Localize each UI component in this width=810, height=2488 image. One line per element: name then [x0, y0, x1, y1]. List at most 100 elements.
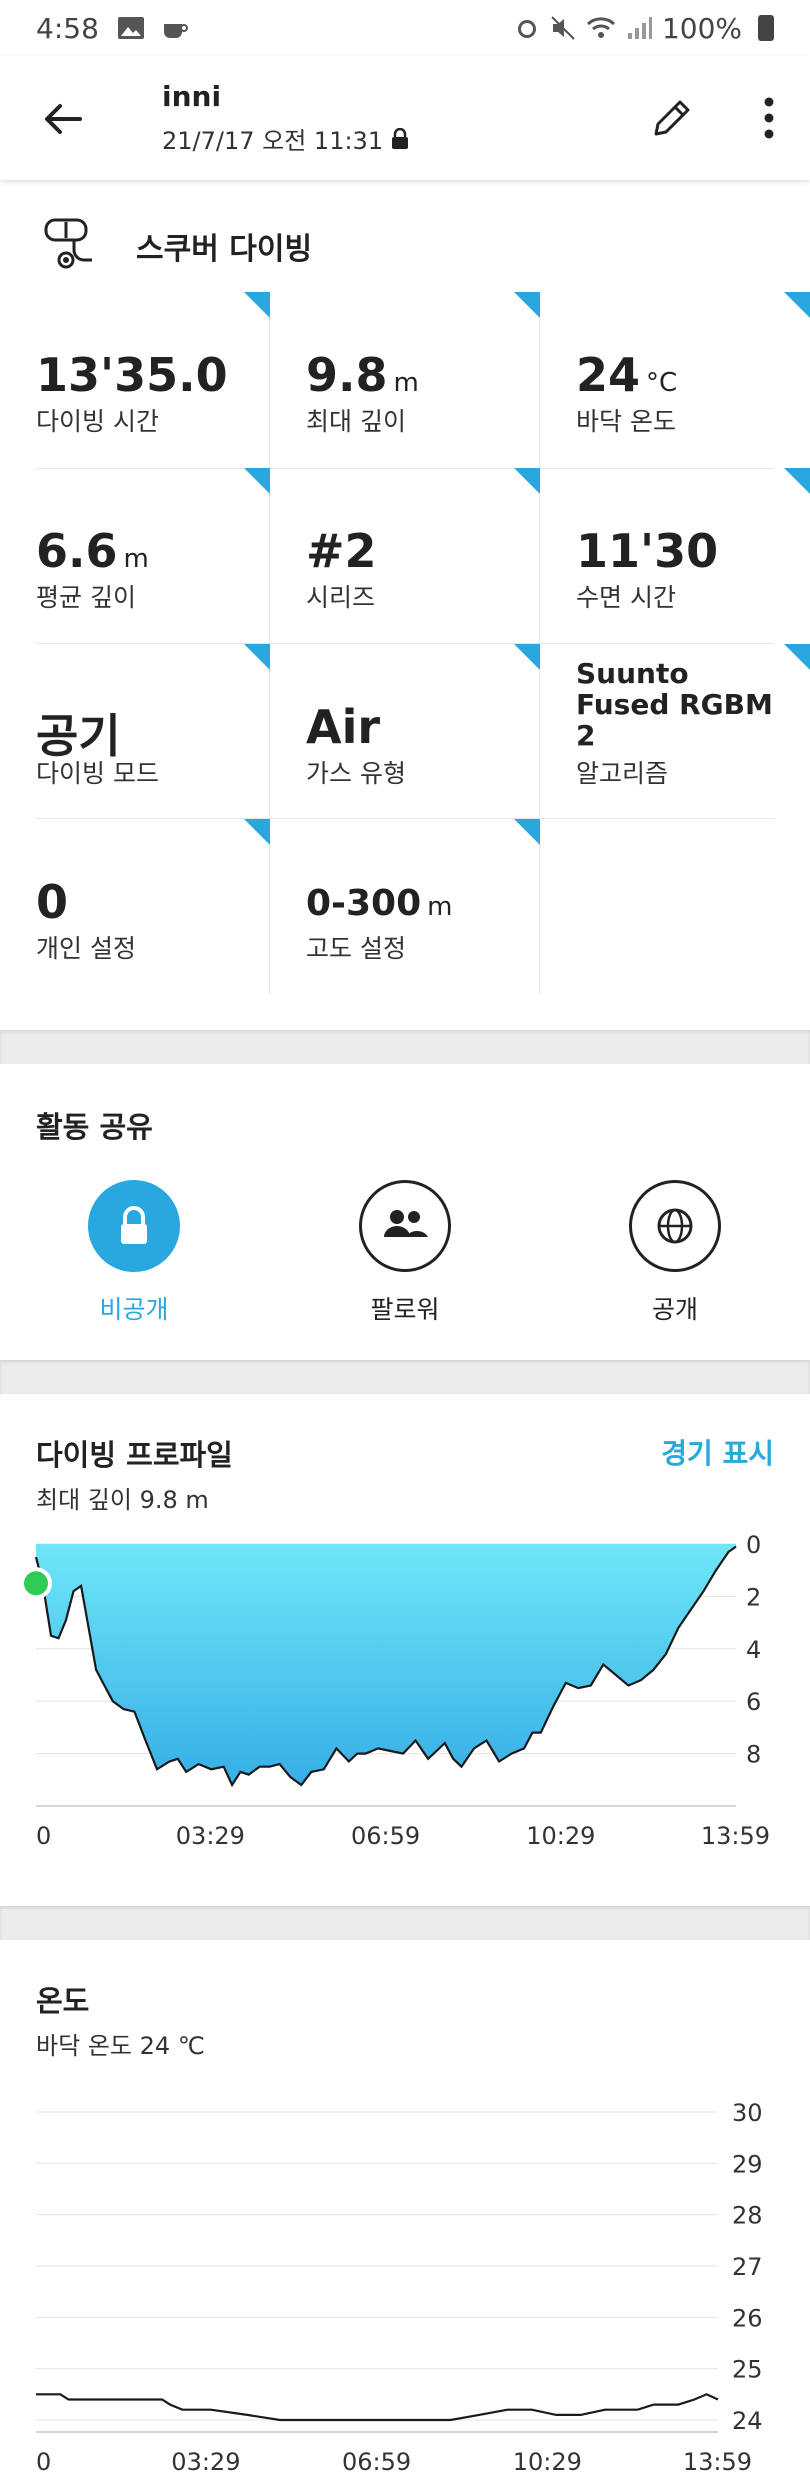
y-tick-label: 26: [732, 2304, 763, 2332]
corner-indicator: [244, 468, 270, 494]
stat-label: 다이빙 시간: [36, 407, 159, 436]
stat-label: 시리즈: [306, 583, 376, 612]
x-tick-label: 0: [36, 1822, 51, 1850]
y-tick-label: 2: [746, 1583, 761, 1611]
section-divider: [0, 1360, 810, 1394]
stat-personal-setting[interactable]: 0 개인 설정: [0, 819, 270, 995]
corner-indicator: [784, 644, 810, 670]
x-tick-label: 13:59: [683, 2448, 752, 2476]
stat-value: 0: [36, 875, 69, 929]
followers-icon: [384, 1210, 428, 1237]
back-arrow-icon[interactable]: [38, 94, 88, 144]
stat-label: 최대 깊이: [306, 407, 406, 436]
stat-label: 개인 설정: [36, 934, 136, 963]
corner-indicator: [514, 644, 540, 670]
corner-indicator: [244, 292, 270, 318]
mute-icon: [551, 16, 575, 40]
edit-icon[interactable]: [646, 92, 698, 144]
stat-unit: °C: [646, 368, 678, 398]
y-tick-label: 29: [732, 2150, 763, 2178]
y-tick-label: 8: [746, 1741, 761, 1769]
share-followers-button[interactable]: [359, 1180, 451, 1272]
temperature-line: [36, 2393, 719, 2422]
stat-value: 11'30: [576, 524, 719, 578]
profile-title: 다이빙 프로파일: [36, 1438, 233, 1472]
y-tick-label: 27: [732, 2253, 763, 2281]
x-tick-label: 03:29: [171, 2448, 240, 2476]
x-tick-label: 10:29: [526, 1822, 595, 1850]
stat-value: 24: [576, 348, 641, 402]
corner-indicator: [514, 468, 540, 494]
x-tick-label: 03:29: [176, 1822, 245, 1850]
stat-altitude-setting[interactable]: 0-300 m 고도 설정: [270, 819, 540, 995]
section-divider: [0, 1906, 810, 1940]
lock-icon: [392, 127, 409, 149]
corner-indicator: [514, 292, 540, 318]
temperature-subtitle: 바닥 온도 24 ℃: [36, 2032, 205, 2060]
gallery-icon: [117, 17, 144, 39]
page-title: inni: [162, 80, 222, 113]
stat-unit: m: [393, 368, 419, 398]
stat-gas-type[interactable]: Air 가스 유형: [270, 644, 540, 820]
sharing-title: 활동 공유: [36, 1110, 153, 1144]
status-bar: 4:58 100%: [0, 0, 810, 56]
coffee-icon: [163, 24, 188, 38]
x-tick-label: 10:29: [513, 2448, 582, 2476]
globe-icon: [657, 1208, 693, 1244]
stat-series[interactable]: #2 시리즈: [270, 468, 540, 644]
corner-indicator: [514, 819, 540, 845]
stat-dive-mode[interactable]: 공기 다이빙 모드: [0, 644, 270, 820]
y-tick-label: 25: [732, 2356, 763, 2384]
lock-icon: [121, 1206, 147, 1244]
section-divider: [0, 1030, 810, 1064]
alarm-icon: [517, 20, 536, 38]
stat-unit: m: [427, 892, 453, 922]
stat-label: 수면 시간: [576, 583, 676, 612]
corner-indicator: [244, 644, 270, 670]
app-bar: inni 21/7/17 오전 11:31: [0, 56, 810, 180]
stat-value: 0-300: [306, 883, 422, 924]
y-tick-label: 24: [732, 2407, 763, 2435]
stat-label: 바닥 온도: [576, 407, 676, 436]
stat-algorithm[interactable]: Suunto Fused RGBM 2 알고리즘: [540, 644, 810, 820]
stat-value: 9.8: [306, 348, 388, 402]
stat-max-depth[interactable]: 9.8 m 최대 깊이: [270, 292, 540, 468]
x-tick-label: 06:59: [351, 1822, 420, 1850]
stat-avg-depth[interactable]: 6.6 m 평균 깊이: [0, 468, 270, 644]
more-options-icon[interactable]: [758, 92, 780, 144]
depth-area: [36, 1544, 736, 1785]
y-tick-label: 30: [732, 2099, 763, 2127]
temperature-chart: 30 29 28 27 26 25 24 0 03:29 06:59 10:29 13:59: [36, 2099, 763, 2476]
share-public-label: 공개: [651, 1295, 698, 1324]
corner-indicator: [784, 292, 810, 318]
y-tick-label: 4: [746, 1636, 761, 1664]
share-private-button[interactable]: [88, 1180, 180, 1272]
y-tick-label: 0: [746, 1531, 761, 1559]
battery-icon: [758, 15, 774, 41]
stat-bottom-temp[interactable]: 24 °C 바닥 온도: [540, 292, 810, 468]
x-tick-label: 06:59: [342, 2448, 411, 2476]
stat-dive-time[interactable]: 13'35.0 다이빙 시간: [0, 292, 270, 468]
stat-unit: m: [123, 544, 149, 574]
stat-label: 고도 설정: [306, 934, 406, 963]
wifi-icon: [586, 17, 615, 38]
stat-label: 알고리즘: [576, 759, 669, 788]
stat-value: #2: [306, 524, 377, 578]
temperature-title: 온도: [36, 1984, 90, 2018]
activity-header: 스쿠버 다이빙: [0, 200, 810, 290]
x-tick-label: 0: [36, 2448, 51, 2476]
stat-value: 13'35.0: [36, 348, 228, 402]
y-tick-label: 28: [732, 2202, 763, 2230]
share-public-button[interactable]: [629, 1180, 721, 1272]
stat-value: Air: [306, 700, 381, 754]
stat-label: 다이빙 모드: [36, 759, 159, 788]
scuba-diving-icon: [44, 218, 92, 269]
stat-value: 6.6: [36, 524, 118, 578]
header-title-group: inni 21/7/17 오전 11:31: [162, 80, 409, 156]
y-tick-label: 6: [746, 1688, 761, 1716]
stat-value: Suunto Fused RGBM 2: [576, 657, 773, 752]
show-race-link[interactable]: 경기 표시: [661, 1432, 774, 1472]
stat-label: 가스 유형: [306, 759, 406, 788]
stat-label: 평균 깊이: [36, 583, 136, 612]
stat-surface-time[interactable]: 11'30 수면 시간: [540, 468, 810, 644]
